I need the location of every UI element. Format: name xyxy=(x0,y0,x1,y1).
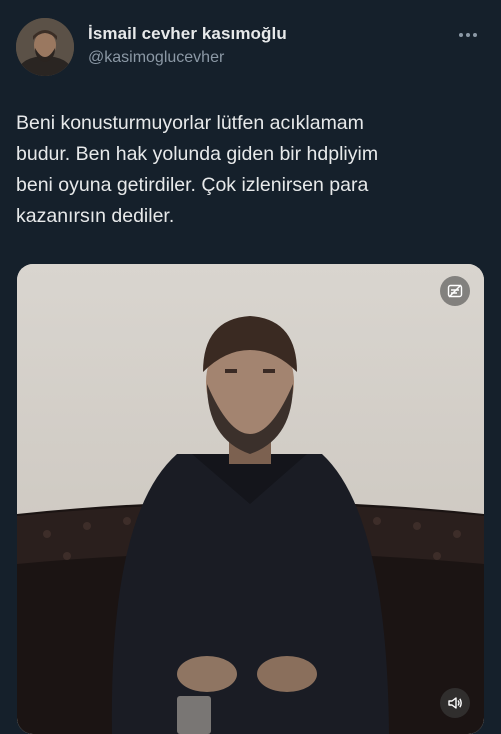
tweet-text: Beni konusturmuyorlar lütfen acıklamam b… xyxy=(16,108,476,232)
avatar[interactable] xyxy=(16,18,74,76)
tweet-text-line: beni oyuna getirdiler. Çok izlenirsen pa… xyxy=(16,174,369,196)
author-handle[interactable]: @kasimoglucevher xyxy=(88,49,287,67)
tweet-header: İsmail cevher kasımoğlu @kasimoglucevher xyxy=(16,18,485,78)
volume-icon[interactable] xyxy=(440,688,470,718)
tweet-text-line: budur. Ben hak yolunda giden bir hdpliyi… xyxy=(16,143,379,165)
subtitles-icon[interactable] xyxy=(440,276,470,306)
avatar-photo xyxy=(16,18,74,76)
video-player[interactable] xyxy=(17,264,484,734)
more-options-icon[interactable] xyxy=(459,24,483,38)
tweet-text-line: Beni konusturmuyorlar lütfen acıklamam xyxy=(16,112,364,134)
video-frame xyxy=(17,264,484,734)
tweet-text-line: kazanırsın dediler. xyxy=(16,205,175,227)
author-info: İsmail cevher kasımoğlu @kasimoglucevher xyxy=(88,24,287,67)
author-display-name[interactable]: İsmail cevher kasımoğlu xyxy=(88,24,287,44)
